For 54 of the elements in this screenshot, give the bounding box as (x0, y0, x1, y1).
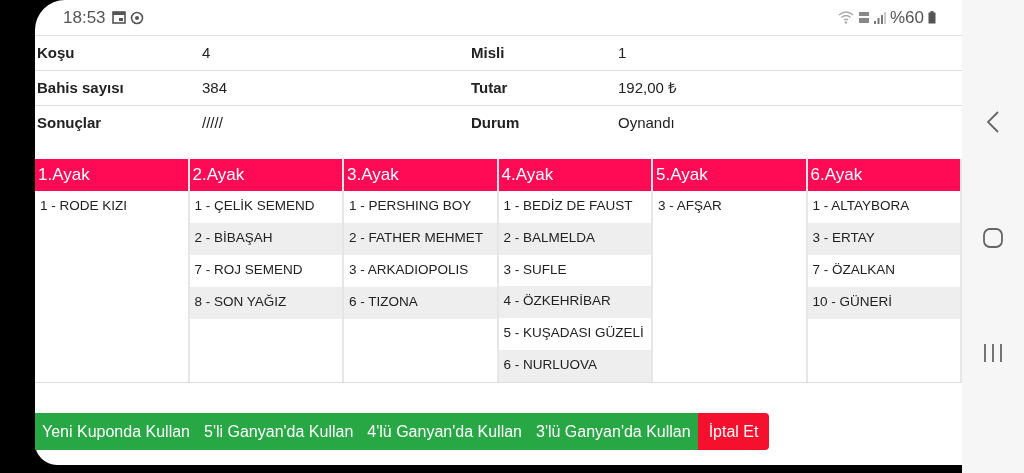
field-label: Koşu (36, 42, 76, 63)
leg-header: 5.Ayak (653, 159, 806, 191)
field-label: Bahis sayısı (36, 77, 125, 98)
target-icon (129, 10, 144, 25)
horse-entry: 1 - RODE KIZI (39, 197, 128, 215)
wifi-icon (837, 11, 854, 24)
action-button[interactable]: 5'li Ganyan'da Kullan (197, 413, 361, 450)
signal-icon (873, 11, 886, 24)
horse-entry: 3 - SUFLE (502, 260, 568, 279)
home-icon[interactable] (983, 227, 1003, 248)
action-button[interactable]: 4'lü Ganyan'da Kullan (360, 413, 529, 450)
field-value: ///// (202, 112, 224, 133)
leg-header: 4.Ayak (498, 159, 651, 191)
horse-entry: 10 - GÜNERİ (807, 287, 960, 319)
horse-entry: 2 - BİBAŞAH (189, 223, 342, 255)
action-button[interactable]: 3'lü Ganyan'da Kullan (529, 413, 698, 450)
lte-icon (857, 11, 870, 24)
horse-entry: 3 - ERTAY (807, 223, 960, 255)
horse-entry: 2 - BALMELDA (498, 222, 651, 255)
horse-entry: 2 - FATHER MEHMET (344, 223, 497, 255)
leg-header: 6.Ayak (807, 159, 960, 191)
leg-header: 3.Ayak (344, 159, 497, 191)
field-value: 384 (202, 77, 229, 98)
horse-entry: 3 - ARKADIOPOLIS (348, 261, 470, 279)
recents-icon[interactable] (983, 342, 1003, 363)
action-button[interactable]: İptal Et (697, 413, 770, 450)
horse-entry: 5 - KUŞADASI GÜZELİ (502, 324, 645, 343)
horse-entry: 6 - NURLUOVA (498, 350, 651, 382)
horse-entry: 1 - BEDİZ DE FAUST (502, 197, 634, 215)
field-label: Durum (471, 112, 521, 133)
horse-entry: 7 - ÖZALKAN (811, 261, 897, 279)
horse-entry: 4 - ÖZKEHRİBAR (498, 286, 651, 319)
horse-entry: 3 - AFŞAR (657, 197, 723, 215)
back-icon[interactable] (987, 110, 999, 133)
battery-percent: %60 (889, 6, 924, 29)
leg-header: 2.Ayak (189, 159, 342, 191)
horse-entry: 8 - SON YAĞIZ (189, 287, 342, 319)
field-label: Sonuçlar (36, 112, 103, 133)
horse-entry: 1 - ÇELİK SEMEND (193, 197, 316, 215)
battery-icon (928, 11, 936, 24)
horse-entry: 6 - TIZONA (344, 287, 497, 319)
field-value: 1 (618, 42, 627, 63)
horse-entry: 1 - ALTAYBORA (811, 197, 911, 215)
status-time: 18:53 (63, 6, 106, 29)
leg-header: 1.Ayak (35, 159, 188, 191)
field-label: Misli (471, 42, 506, 63)
field-value: Oynandı (618, 112, 675, 133)
calendar-icon (111, 10, 126, 24)
action-button[interactable]: Yeni Kuponda Kullan (35, 413, 197, 450)
horse-entry: 1 - PERSHING BOY (348, 197, 473, 215)
horse-entry: 7 - ROJ SEMEND (193, 261, 304, 279)
field-value: 4 (202, 42, 212, 63)
field-label: Tutar (471, 77, 509, 98)
field-value: 192,00 ₺ (618, 77, 678, 98)
